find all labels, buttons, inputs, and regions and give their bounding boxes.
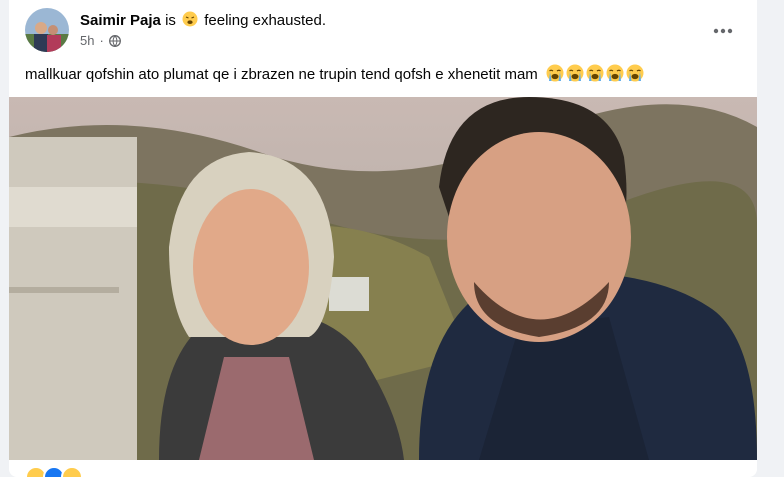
is-label: is: [165, 12, 176, 29]
loudly-crying-face-icon: [566, 64, 584, 88]
reaction-summary[interactable]: [25, 466, 83, 477]
author-line: Saimir Paja is feeling exhausted.: [80, 11, 326, 31]
reaction-icon: [61, 466, 83, 477]
post-header: Saimir Paja is feeling exhausted. 5h ·: [25, 8, 741, 52]
caption-emoji-group: [546, 64, 644, 88]
post-caption: mallkuar qofshin ato plumat qe i zbrazen…: [25, 64, 644, 88]
post-card: Saimir Paja is feeling exhausted. 5h · m…: [9, 0, 757, 477]
post-meta: 5h ·: [80, 33, 121, 48]
post-timestamp[interactable]: 5h: [80, 33, 94, 48]
loudly-crying-face-icon: [606, 64, 624, 88]
post-photo[interactable]: [9, 97, 757, 460]
tired-face-icon: [182, 11, 198, 31]
more-options-button[interactable]: [705, 12, 741, 48]
loudly-crying-face-icon: [586, 64, 604, 88]
caption-text: mallkuar qofshin ato plumat qe i zbrazen…: [25, 66, 538, 83]
globe-icon[interactable]: [108, 34, 121, 47]
feeling-text: feeling exhausted.: [204, 12, 327, 29]
loudly-crying-face-icon: [546, 64, 564, 88]
meta-separator: ·: [99, 33, 104, 48]
author-avatar[interactable]: [25, 8, 69, 52]
loudly-crying-face-icon: [626, 64, 644, 88]
author-name[interactable]: Saimir Paja: [80, 12, 161, 29]
ellipsis-icon: [713, 21, 733, 39]
